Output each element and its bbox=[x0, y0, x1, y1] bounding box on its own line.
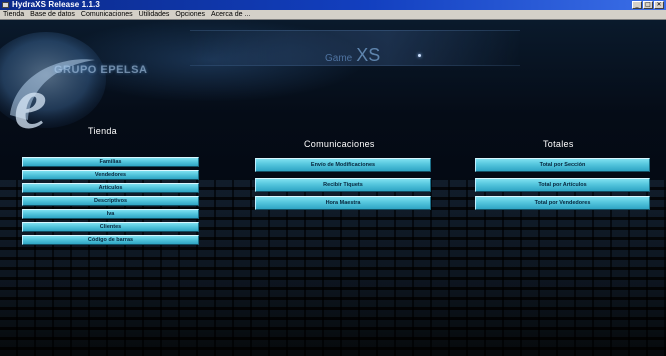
familias-button[interactable]: Familias bbox=[22, 157, 199, 167]
brand-mark: Game XS bbox=[325, 45, 380, 66]
total-por-seccion-button[interactable]: Total por Sección bbox=[475, 158, 650, 172]
main-area: e GRUPO EPELSA Game XS Tienda Familias V… bbox=[0, 20, 666, 356]
codigo-de-barras-button[interactable]: Código de barras bbox=[22, 235, 199, 245]
menu-acerca-de[interactable]: Acerca de ... bbox=[208, 10, 253, 19]
total-por-articulos-button[interactable]: Total por Artículos bbox=[475, 178, 650, 192]
hora-maestra-button[interactable]: Hora Maestra bbox=[255, 196, 431, 210]
menu-bar: Tienda Base de datos Comunicaciones Util… bbox=[0, 10, 666, 20]
brand-suffix: XS bbox=[356, 45, 381, 65]
comunicaciones-heading: Comunicaciones bbox=[304, 139, 375, 149]
logo-text: GRUPO EPELSA bbox=[54, 64, 148, 76]
brand-dot-icon bbox=[418, 54, 421, 57]
articulos-button[interactable]: Artículos bbox=[22, 183, 199, 193]
app-icon bbox=[2, 2, 9, 8]
window-title: HydraXS Release 1.1.3 bbox=[12, 0, 100, 9]
svg-text:e: e bbox=[14, 63, 47, 145]
recibir-tiquets-button[interactable]: Recibir Tiquets bbox=[255, 178, 431, 192]
menu-base-de-datos[interactable]: Base de datos bbox=[27, 10, 78, 19]
minimize-button[interactable]: _ bbox=[632, 1, 642, 9]
menu-opciones[interactable]: Opciones bbox=[172, 10, 208, 19]
envio-modificaciones-button[interactable]: Envío de Modificaciones bbox=[255, 158, 431, 172]
app-window: HydraXS Release 1.1.3 _ □ ✕ Tienda Base … bbox=[0, 0, 666, 356]
maximize-button[interactable]: □ bbox=[643, 1, 653, 9]
title-bar: HydraXS Release 1.1.3 _ □ ✕ bbox=[0, 0, 666, 10]
clientes-button[interactable]: Clientes bbox=[22, 222, 199, 232]
menu-utilidades[interactable]: Utilidades bbox=[136, 10, 173, 19]
total-por-vendedores-button[interactable]: Total por Vendedores bbox=[475, 196, 650, 210]
window-controls: _ □ ✕ bbox=[632, 1, 664, 9]
menu-tienda[interactable]: Tienda bbox=[0, 10, 27, 19]
tienda-heading: Tienda bbox=[88, 126, 117, 136]
iva-button[interactable]: Iva bbox=[22, 209, 199, 219]
brand-prefix: Game bbox=[325, 53, 353, 64]
close-button[interactable]: ✕ bbox=[654, 1, 664, 9]
descriptivos-button[interactable]: Descriptivos bbox=[22, 196, 199, 206]
totales-heading: Totales bbox=[543, 139, 574, 149]
menu-comunicaciones[interactable]: Comunicaciones bbox=[78, 10, 136, 19]
vendedores-button[interactable]: Vendedores bbox=[22, 170, 199, 180]
